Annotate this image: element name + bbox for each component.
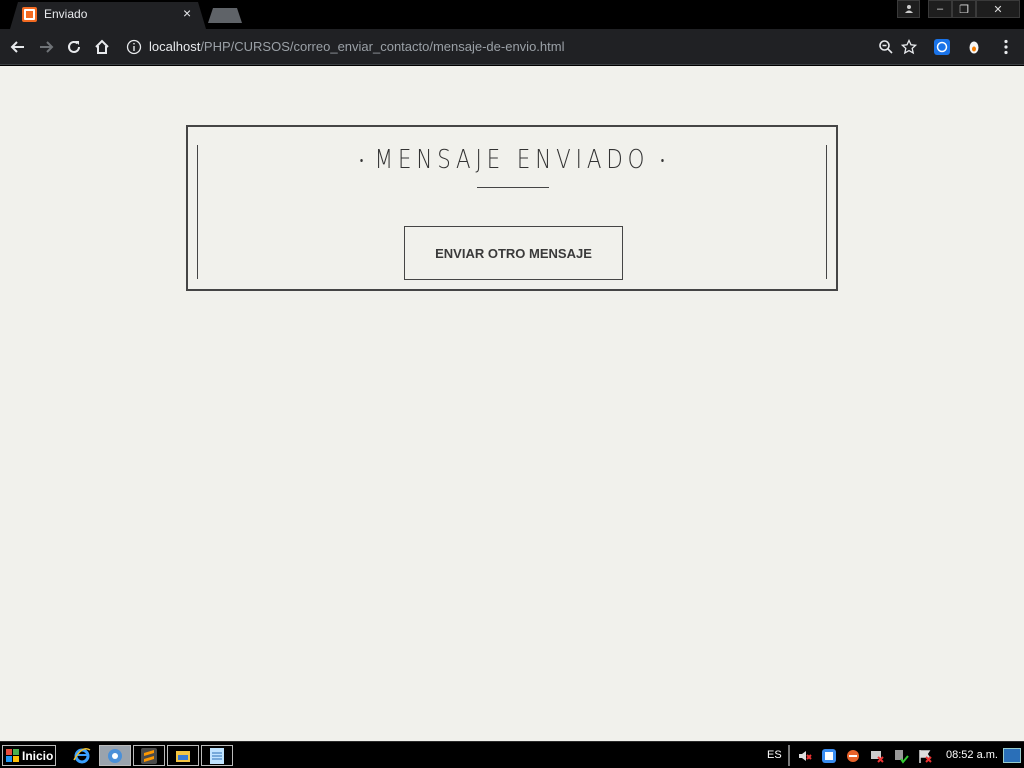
- sublime-text-icon: [141, 747, 157, 764]
- message-card: MENSAJE ENVIADO ENVIAR OTRO MENSAJE: [186, 125, 838, 291]
- heading-dot-right: [660, 159, 664, 162]
- start-label: Inicio: [22, 748, 54, 763]
- extension-button-1[interactable]: [932, 37, 952, 57]
- close-window-button[interactable]: ✕: [976, 0, 1020, 18]
- browser-menu-button[interactable]: [996, 37, 1016, 57]
- site-info-icon[interactable]: [126, 39, 142, 55]
- chrome-icon: [108, 748, 122, 763]
- tab-close-icon[interactable]: ×: [183, 5, 191, 21]
- kebab-menu-icon: [1004, 39, 1008, 55]
- tray-separator: [788, 745, 790, 766]
- taskbar-app-notepad[interactable]: [201, 745, 233, 766]
- action-center-icon[interactable]: [917, 748, 933, 764]
- language-indicator[interactable]: ES: [767, 749, 782, 761]
- minimize-button[interactable]: –: [928, 0, 952, 18]
- page-heading: MENSAJE ENVIADO: [246, 145, 777, 175]
- browser-toolbar: localhost/PHP/CURSOS/correo_enviar_conta…: [0, 29, 1024, 65]
- forward-button[interactable]: [35, 36, 57, 58]
- file-explorer-icon: [176, 750, 190, 762]
- send-another-message-button[interactable]: ENVIAR OTRO MENSAJE: [404, 226, 623, 280]
- reload-button[interactable]: [63, 36, 85, 58]
- inner-border-right: [826, 145, 827, 279]
- notepad-icon: [210, 747, 224, 764]
- bookmark-button[interactable]: [899, 37, 919, 57]
- profile-button[interactable]: [897, 0, 920, 18]
- egg-extension-icon: [969, 41, 979, 54]
- start-button[interactable]: Inicio: [2, 745, 56, 766]
- maximize-button[interactable]: ❐: [952, 0, 976, 18]
- windows-taskbar: Inicio ES 08:52 a.m.: [0, 741, 1024, 768]
- arrow-right-icon: [40, 41, 54, 53]
- show-desktop-button[interactable]: [1003, 748, 1021, 763]
- home-button[interactable]: [91, 36, 113, 58]
- arrow-left-icon: [10, 41, 24, 53]
- chat-extension-icon: [934, 39, 950, 55]
- zoom-button[interactable]: [876, 37, 896, 57]
- browser-titlebar: Enviado × – ❐ ✕: [0, 0, 1024, 29]
- volume-muted-icon[interactable]: [797, 748, 813, 764]
- heading-underline: [477, 187, 549, 188]
- security-icon[interactable]: [845, 748, 861, 764]
- extension-button-2[interactable]: [964, 37, 984, 57]
- tab-title: Enviado: [44, 7, 88, 21]
- reload-icon: [68, 40, 80, 53]
- xampp-favicon-icon: [22, 7, 37, 22]
- inner-border-left: [197, 145, 198, 279]
- heading-dot-left: [360, 159, 364, 162]
- app-tray-icon[interactable]: [821, 748, 837, 764]
- tab-enviado[interactable]: [10, 2, 206, 29]
- zoom-icon: [879, 40, 893, 54]
- back-button[interactable]: [7, 36, 29, 58]
- star-icon: [901, 39, 917, 55]
- home-icon: [95, 39, 109, 54]
- system-clock[interactable]: 08:52 a.m.: [946, 749, 998, 761]
- page-content: MENSAJE ENVIADO ENVIAR OTRO MENSAJE: [0, 66, 1024, 741]
- internet-explorer-icon: [73, 747, 91, 763]
- new-tab-button[interactable]: [208, 8, 242, 23]
- url-host: localhost: [149, 39, 201, 54]
- taskbar-app-chrome[interactable]: [99, 745, 131, 766]
- windows-logo-icon: [6, 749, 19, 762]
- heading-text: MENSAJE ENVIADO: [374, 145, 650, 175]
- network-icon[interactable]: [869, 748, 885, 764]
- taskbar-app-ie[interactable]: [66, 745, 98, 766]
- taskbar-app-explorer[interactable]: [167, 745, 199, 766]
- address-bar[interactable]: localhost/PHP/CURSOS/correo_enviar_conta…: [149, 39, 564, 54]
- url-path: /PHP/CURSOS/correo_enviar_contacto/mensa…: [200, 39, 565, 54]
- taskbar-app-sublime[interactable]: [133, 745, 165, 766]
- person-icon: [904, 5, 913, 13]
- safe-remove-icon[interactable]: [893, 748, 909, 764]
